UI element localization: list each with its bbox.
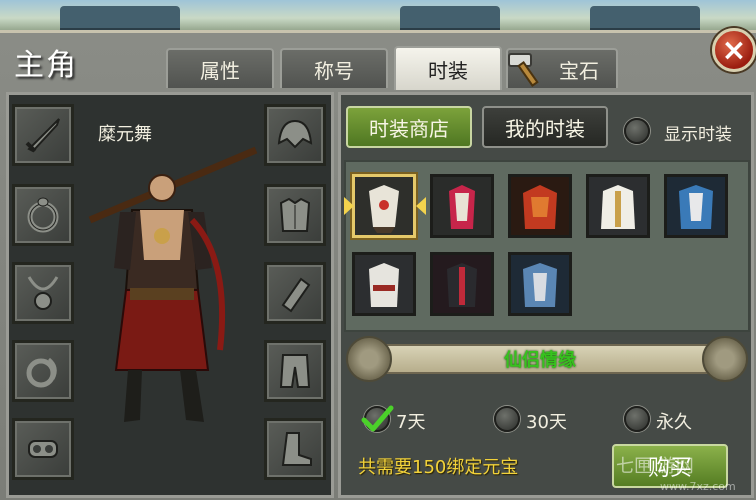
costume-icon xyxy=(667,177,725,235)
pants-icon xyxy=(279,354,311,388)
slot-ring[interactable] xyxy=(12,184,74,246)
watermark-url: www.7xz.com xyxy=(660,480,736,493)
helmet-icon xyxy=(277,119,313,149)
slot-amulet[interactable] xyxy=(12,418,74,480)
fashion-item-4[interactable] xyxy=(586,174,650,238)
window-title: 主角 xyxy=(14,48,78,83)
fashion-set-name: 仙侣情缘 xyxy=(504,350,576,371)
show-fashion-label: 显示时装 xyxy=(664,125,732,145)
slot-bracer[interactable] xyxy=(264,262,326,324)
slot-pendant[interactable] xyxy=(12,340,74,402)
character-model xyxy=(88,146,258,422)
close-button[interactable]: × xyxy=(712,28,756,72)
costume-icon xyxy=(589,177,647,235)
slot-boots[interactable] xyxy=(264,418,326,480)
tab-fashion[interactable]: 时装 xyxy=(394,46,502,90)
tab-attributes[interactable]: 属性 xyxy=(166,48,274,88)
costume-icon xyxy=(433,177,491,235)
duration-permanent-radio[interactable] xyxy=(624,406,650,432)
duration-permanent-label: 永久 xyxy=(656,412,692,433)
selection-arrow-left-icon xyxy=(344,197,354,215)
watermark-text: 七匣 游网 xyxy=(616,456,694,477)
fashion-shop-button[interactable]: 时装商店 xyxy=(346,106,472,148)
amulet-icon xyxy=(28,440,58,458)
fashion-item-1[interactable] xyxy=(352,174,416,238)
slot-armor[interactable] xyxy=(264,184,326,246)
fashion-item-7[interactable] xyxy=(430,252,494,316)
checkmark-icon xyxy=(361,405,394,432)
fashion-item-2[interactable] xyxy=(430,174,494,238)
armor-icon xyxy=(279,197,311,232)
sword-icon xyxy=(25,118,60,153)
costume-icon xyxy=(433,255,491,313)
hammer-icon xyxy=(508,53,539,87)
fashion-item-3[interactable] xyxy=(508,174,572,238)
scroll-knob-right-icon xyxy=(702,336,748,382)
selection-arrow-right-icon xyxy=(416,197,426,215)
costume-icon xyxy=(511,177,569,235)
roof-decoration xyxy=(400,6,500,32)
boots-icon xyxy=(281,432,312,466)
fashion-item-6[interactable] xyxy=(352,252,416,316)
tab-titles[interactable]: 称号 xyxy=(280,48,388,88)
necklace-icon xyxy=(27,276,59,310)
slot-pants[interactable] xyxy=(264,340,326,402)
my-fashion-button[interactable]: 我的时装 xyxy=(482,106,608,148)
costume-icon xyxy=(355,177,413,235)
roof-decoration xyxy=(60,6,180,32)
roof-decoration xyxy=(590,6,700,32)
slot-helmet[interactable] xyxy=(264,104,326,166)
slot-necklace[interactable] xyxy=(12,262,74,324)
fashion-item-5[interactable] xyxy=(664,174,728,238)
jade-pendant-icon xyxy=(26,357,57,388)
costume-icon xyxy=(511,255,569,313)
bracer-icon xyxy=(281,277,311,313)
fashion-item-8[interactable] xyxy=(508,252,572,316)
costume-icon xyxy=(355,255,413,313)
duration-30days-radio[interactable] xyxy=(494,406,520,432)
total-cost-text: 共需要150绑定元宝 xyxy=(358,457,519,478)
show-fashion-toggle[interactable] xyxy=(624,118,650,144)
ring-icon xyxy=(27,197,59,233)
duration-7days-label: 7天 xyxy=(396,412,426,433)
slot-weapon[interactable] xyxy=(12,104,74,166)
duration-30days-label: 30天 xyxy=(526,412,567,433)
scroll-knob-left-icon xyxy=(346,336,392,382)
